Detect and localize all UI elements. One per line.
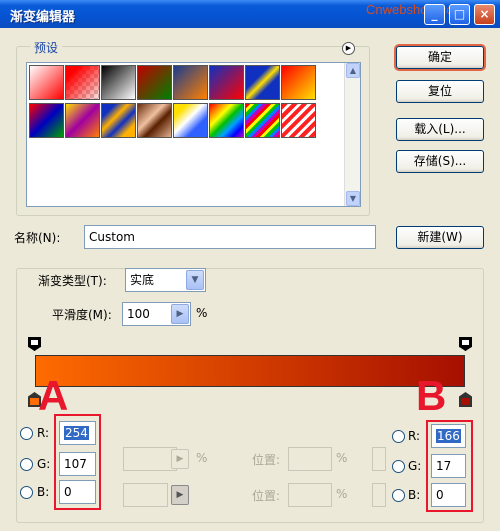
preset-swatch[interactable] — [29, 65, 64, 100]
new-button[interactable]: 新建(W) — [396, 226, 484, 249]
preset-swatch[interactable] — [101, 103, 136, 138]
ok-button[interactable]: 确定 — [396, 46, 484, 69]
color-swatch-input — [123, 483, 168, 507]
smoothness-unit: % — [196, 306, 208, 320]
opacity-percent: % — [196, 451, 208, 465]
color-delete-button — [372, 483, 386, 507]
g-label-left: G: — [37, 457, 51, 471]
r-radio-right[interactable] — [392, 430, 405, 443]
color-position-percent: % — [336, 487, 348, 501]
g-input-right[interactable]: 17 — [431, 454, 466, 478]
gradient-type-value: 实底 — [130, 273, 155, 287]
gradient-preview-bar[interactable] — [35, 355, 465, 387]
close-button[interactable]: × — [474, 4, 495, 25]
b-input-right[interactable]: 0 — [431, 483, 466, 507]
r-label-left: R: — [37, 426, 50, 440]
opacity-position-label: 位置: — [252, 453, 281, 467]
b-label-right: B: — [408, 488, 421, 502]
color-position-label: 位置: — [252, 489, 281, 503]
preset-swatch[interactable] — [245, 103, 280, 138]
annotation-a: A — [38, 372, 69, 419]
preset-swatch[interactable] — [101, 65, 136, 100]
color-arrow-icon: ▶ — [171, 485, 189, 505]
window-title: 渐变编辑器 — [10, 10, 76, 25]
r-input-right[interactable]: 166 — [431, 424, 466, 448]
preset-swatch[interactable] — [173, 103, 208, 138]
presets-legend: 预设 — [30, 39, 63, 56]
g-radio[interactable] — [20, 458, 33, 471]
preset-swatch[interactable] — [281, 103, 316, 138]
reset-button[interactable]: 复位 — [396, 80, 484, 103]
smoothness-label: 平滑度(M): — [52, 308, 112, 322]
preset-swatch[interactable] — [245, 65, 280, 100]
b-radio[interactable] — [20, 486, 33, 499]
b-label-left: B: — [37, 485, 50, 499]
name-input[interactable]: Custom — [84, 225, 376, 249]
opacity-position-input — [288, 447, 332, 471]
r-input-left[interactable]: 254 — [59, 421, 96, 445]
name-label: 名称(N): — [14, 231, 61, 245]
minimize-button[interactable]: _ — [424, 4, 445, 25]
preset-swatch[interactable] — [281, 65, 316, 100]
opacity-arrow-icon: ▶ — [171, 449, 189, 469]
title-bar: 渐变编辑器 Cnwebshow.com _ □ × — [0, 0, 500, 28]
preset-swatch[interactable] — [173, 65, 208, 100]
opacity-position-percent: % — [336, 451, 348, 465]
r-value-right: 166 — [436, 429, 461, 443]
preset-swatch[interactable] — [137, 65, 172, 100]
presets-scrollbar[interactable]: ▲ ▼ — [344, 63, 360, 206]
r-label-right: R: — [408, 429, 421, 443]
g-label-right: G: — [408, 459, 422, 473]
gradient-type-select[interactable]: 实底 ▼ — [125, 268, 206, 292]
opacity-input — [123, 447, 177, 471]
smoothness-arrow-icon[interactable]: ▶ — [171, 304, 189, 324]
b-radio-right[interactable] — [392, 489, 405, 502]
save-button[interactable]: 存储(S)... — [396, 150, 484, 173]
gradient-type-label: 渐变类型(T): — [38, 274, 107, 288]
b-input-left[interactable]: 0 — [59, 480, 96, 504]
presets-swatches: ▲ ▼ — [26, 62, 361, 207]
scroll-up-icon[interactable]: ▲ — [346, 63, 360, 78]
preset-swatch[interactable] — [65, 103, 100, 138]
load-button[interactable]: 载入(L)... — [396, 118, 484, 141]
scroll-down-icon[interactable]: ▼ — [346, 191, 360, 206]
g-input-left[interactable]: 107 — [59, 452, 96, 476]
r-value-left: 254 — [64, 426, 89, 440]
preset-swatch[interactable] — [65, 65, 100, 100]
maximize-button[interactable]: □ — [449, 4, 470, 25]
preset-swatch[interactable] — [137, 103, 172, 138]
opacity-delete-button — [372, 447, 386, 471]
annotation-b: B — [416, 372, 447, 419]
preset-swatch[interactable] — [209, 65, 244, 100]
smoothness-value: 100 — [127, 307, 150, 321]
g-radio-right[interactable] — [392, 460, 405, 473]
color-position-input — [288, 483, 332, 507]
chevron-down-icon: ▼ — [186, 270, 204, 290]
preset-swatch[interactable] — [29, 103, 64, 138]
preset-swatch[interactable] — [209, 103, 244, 138]
r-radio[interactable] — [20, 427, 33, 440]
right-arrow-circle-icon[interactable]: ▶ — [342, 42, 355, 55]
